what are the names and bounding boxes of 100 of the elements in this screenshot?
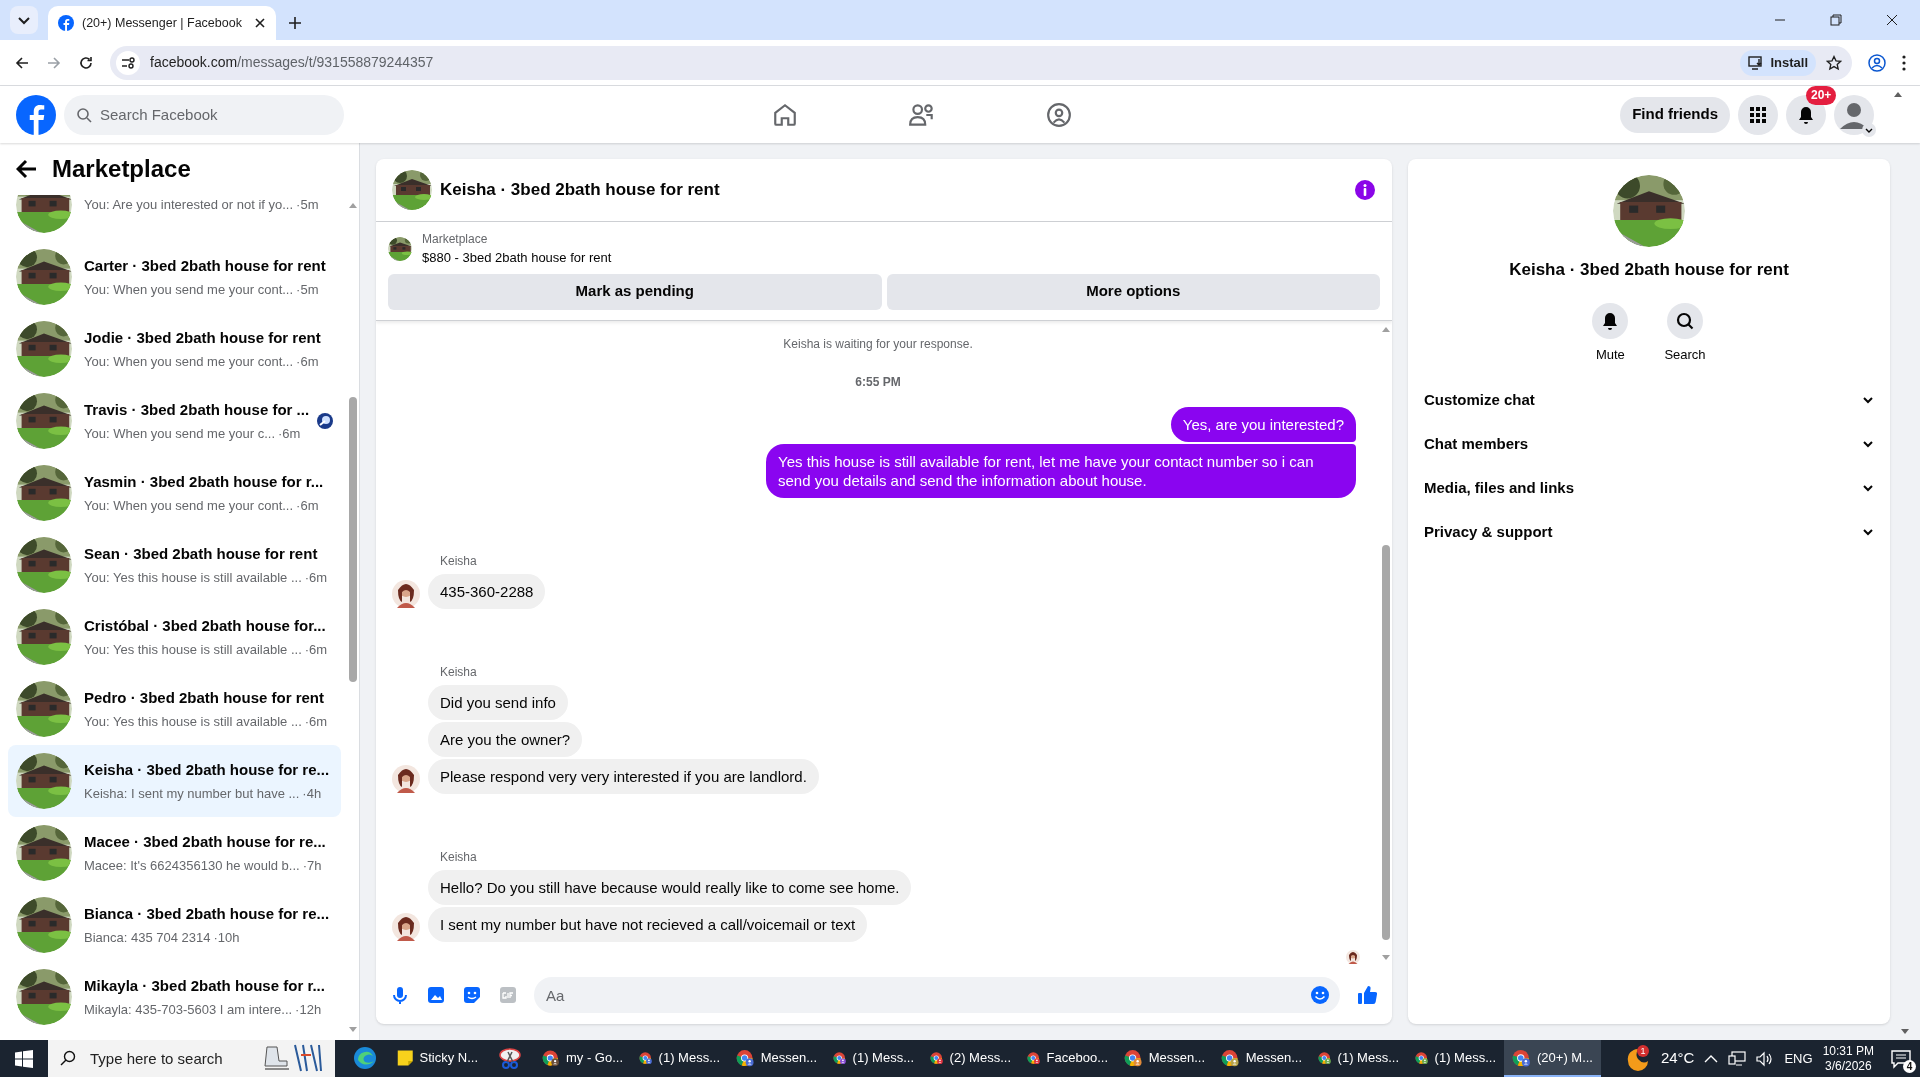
conversation-name: Yasmin · 3bed 2bath house for r... — [84, 472, 325, 492]
scroll-down-icon[interactable] — [1381, 954, 1391, 962]
reload-icon[interactable] — [78, 54, 94, 71]
bell-icon — [1592, 302, 1629, 339]
facebook-logo-icon — [58, 15, 74, 31]
taskbar-app[interactable]: (1) Mess... — [1310, 1040, 1407, 1077]
browser-tab[interactable]: (20+) Messenger | Facebook — [48, 6, 276, 40]
taskbar-app[interactable]: (1) Mess... — [1407, 1040, 1504, 1077]
scroll-up-icon[interactable] — [1893, 90, 1903, 98]
taskbar-app[interactable]: Messen... — [728, 1040, 825, 1077]
conversation-item[interactable]: You: Are you interested or not if yo... ·5m — [8, 195, 341, 241]
message-preview: Macee: It's 6624356130 he would b... — [84, 856, 300, 875]
info-icon[interactable] — [1354, 179, 1376, 201]
search-button[interactable]: Search — [1664, 302, 1706, 364]
received-message-bubble[interactable]: I sent my number but have not recieved a call/voicemail or text — [428, 906, 868, 942]
received-message-bubble[interactable]: Please respond very very interested if you are landlord. — [428, 758, 819, 794]
clock-date[interactable]: 3/6/2026 — [1824, 1058, 1872, 1074]
network-icon[interactable] — [1728, 1050, 1747, 1067]
scrollbar-thumb[interactable] — [1382, 544, 1390, 940]
scroll-down-icon[interactable] — [1900, 1028, 1910, 1036]
apps-menu-icon[interactable] — [1738, 94, 1778, 135]
received-message-bubble[interactable]: Hello? Do you still have because would really like to come see home. — [428, 869, 912, 905]
settings-section[interactable]: Media, files and links — [1416, 466, 1882, 510]
notifications-icon[interactable] — [1890, 1048, 1912, 1069]
microphone-icon[interactable] — [390, 985, 410, 1005]
emoji-icon[interactable] — [1310, 985, 1330, 1005]
address-bar[interactable]: facebook.com/messages/t/931558879244357 Install — [110, 45, 1852, 80]
conversation-name: Cristóbal · 3bed 2bath house for... — [84, 616, 327, 636]
tab-list-icon[interactable] — [10, 6, 38, 34]
settings-section[interactable]: Privacy & support — [1416, 510, 1882, 554]
conversation-item[interactable]: Jodie · 3bed 2bath house for rent You: When you send me your cont... ·6m — [8, 313, 341, 385]
scroll-down-icon[interactable] — [348, 1026, 358, 1034]
conversation-item[interactable]: Travis · 3bed 2bath house for ... You: When you send me your c... ·6m — [8, 385, 341, 457]
facebook-logo-icon[interactable] — [16, 94, 56, 135]
groups-icon[interactable] — [1046, 101, 1073, 128]
taskbar-app[interactable]: (1) Mess... — [631, 1040, 728, 1077]
taskbar-app[interactable]: (1) Mess... — [825, 1040, 922, 1077]
conversation-name: Carter · 3bed 2bath house for rent — [84, 256, 327, 276]
image-icon[interactable] — [426, 985, 446, 1005]
bookmark-star-icon[interactable] — [1826, 54, 1842, 71]
new-tab-icon[interactable] — [288, 16, 302, 30]
conversation-item[interactable]: Carter · 3bed 2bath house for rent You: When you send me your cont... ·5m — [8, 241, 341, 313]
close-icon[interactable] — [254, 17, 266, 29]
profile-icon[interactable] — [1868, 53, 1886, 72]
menu-icon[interactable] — [1902, 54, 1906, 71]
listing-title[interactable]: $880 - 3bed 2bath house for rent — [422, 248, 612, 268]
conversation-item[interactable]: Pedro · 3bed 2bath house for rent You: Yes this house is still available ... ·6m — [8, 673, 341, 745]
back-icon[interactable] — [14, 54, 30, 71]
conversation-item[interactable]: Sean · 3bed 2bath house for rent You: Yes this house is still available ... ·6m — [8, 529, 341, 601]
mute-button[interactable]: Mute — [1592, 302, 1629, 364]
message-time: ·6m — [304, 712, 328, 731]
chevron-down-icon[interactable] — [1862, 122, 1876, 137]
home-icon[interactable] — [772, 101, 799, 128]
received-message-bubble[interactable]: Are you the owner? — [428, 721, 583, 757]
taskbar-app[interactable]: my - Go... — [534, 1040, 631, 1077]
volume-icon[interactable] — [1756, 1050, 1775, 1067]
message-input-field[interactable]: Aa — [534, 977, 1340, 1013]
scrollbar-thumb[interactable] — [349, 397, 357, 682]
conversation-item[interactable]: Yasmin · 3bed 2bath house for r... You: When you send me your cont... ·6m — [8, 457, 341, 529]
sticker-icon[interactable] — [462, 985, 482, 1005]
back-arrow-icon[interactable] — [16, 159, 38, 179]
conversation-item[interactable]: Bianca · 3bed 2bath house for re... Bianca: 435 704 2314 ·10h — [8, 889, 341, 961]
received-message-bubble[interactable]: 435-360-2288 — [428, 573, 546, 609]
restore-icon[interactable] — [1830, 14, 1842, 26]
conversation-item[interactable]: Macee · 3bed 2bath house for re... Macee: It's 6624356130 he would b... ·7h — [8, 817, 341, 889]
install-button[interactable]: Install — [1740, 49, 1816, 76]
thumbs-up-icon[interactable] — [1356, 984, 1378, 1006]
settings-section[interactable]: Customize chat — [1416, 378, 1882, 422]
taskbar-app[interactable]: Messen... — [1116, 1040, 1213, 1077]
received-message-bubble[interactable]: Did you send info — [428, 684, 568, 720]
sent-message-bubble[interactable]: Yes this house is still available for rent, let me have your contact number so i can send you details and send the information about house. — [766, 443, 1356, 498]
conversation-item[interactable]: Mikayla · 3bed 2bath house for r... Mikayla: 435-703-5603 I am intere... ·12h — [8, 961, 341, 1033]
account-avatar-icon[interactable] — [1834, 94, 1874, 135]
language-indicator[interactable]: ENG — [1784, 1048, 1813, 1069]
clock-time[interactable]: 10:31 PM — [1822, 1043, 1874, 1059]
taskbar-app[interactable]: (2) Mess... — [922, 1040, 1019, 1077]
search-field[interactable]: Search Facebook — [64, 94, 344, 135]
find-friends-button[interactable]: Find friends — [1620, 96, 1730, 133]
more-options-button[interactable]: More options — [886, 273, 1380, 310]
message-time: ·5m — [296, 280, 319, 299]
conversation-name: Bianca · 3bed 2bath house for re... — [84, 904, 331, 924]
taskbar-app[interactable]: Messen... — [1213, 1040, 1310, 1077]
forward-icon[interactable] — [46, 54, 62, 71]
taskbar-search-field[interactable]: Type here to search — [48, 1040, 335, 1077]
sent-message-bubble[interactable]: Yes, are you interested? — [1170, 406, 1356, 442]
conversation-item[interactable]: Cristóbal · 3bed 2bath house for... You: Yes this house is still available ... ·6m — [8, 601, 341, 673]
conversation-item[interactable]: Keisha · 3bed 2bath house for re... Keisha: I sent my number but have ... ·4h — [8, 745, 341, 817]
taskbar-app[interactable]: Sticky N... — [389, 1040, 486, 1077]
message-time: ·5m — [296, 196, 319, 215]
status-notice: Keisha is waiting for your response. — [783, 335, 973, 353]
site-settings-icon[interactable] — [116, 50, 140, 75]
close-icon[interactable] — [1886, 14, 1898, 26]
start-icon[interactable] — [15, 1049, 33, 1068]
scroll-up-icon[interactable] — [348, 201, 358, 209]
chat-title[interactable]: Keisha · 3bed 2bath house for rent — [440, 177, 1346, 203]
settings-section[interactable]: Chat members — [1416, 422, 1882, 466]
mark-pending-button[interactable]: Mark as pending — [388, 273, 882, 310]
chevron-up-icon[interactable] — [1704, 1053, 1719, 1064]
taskbar-app[interactable]: Faceboo... — [1019, 1040, 1116, 1077]
taskbar-app[interactable]: (20+) M... — [1504, 1040, 1601, 1077]
